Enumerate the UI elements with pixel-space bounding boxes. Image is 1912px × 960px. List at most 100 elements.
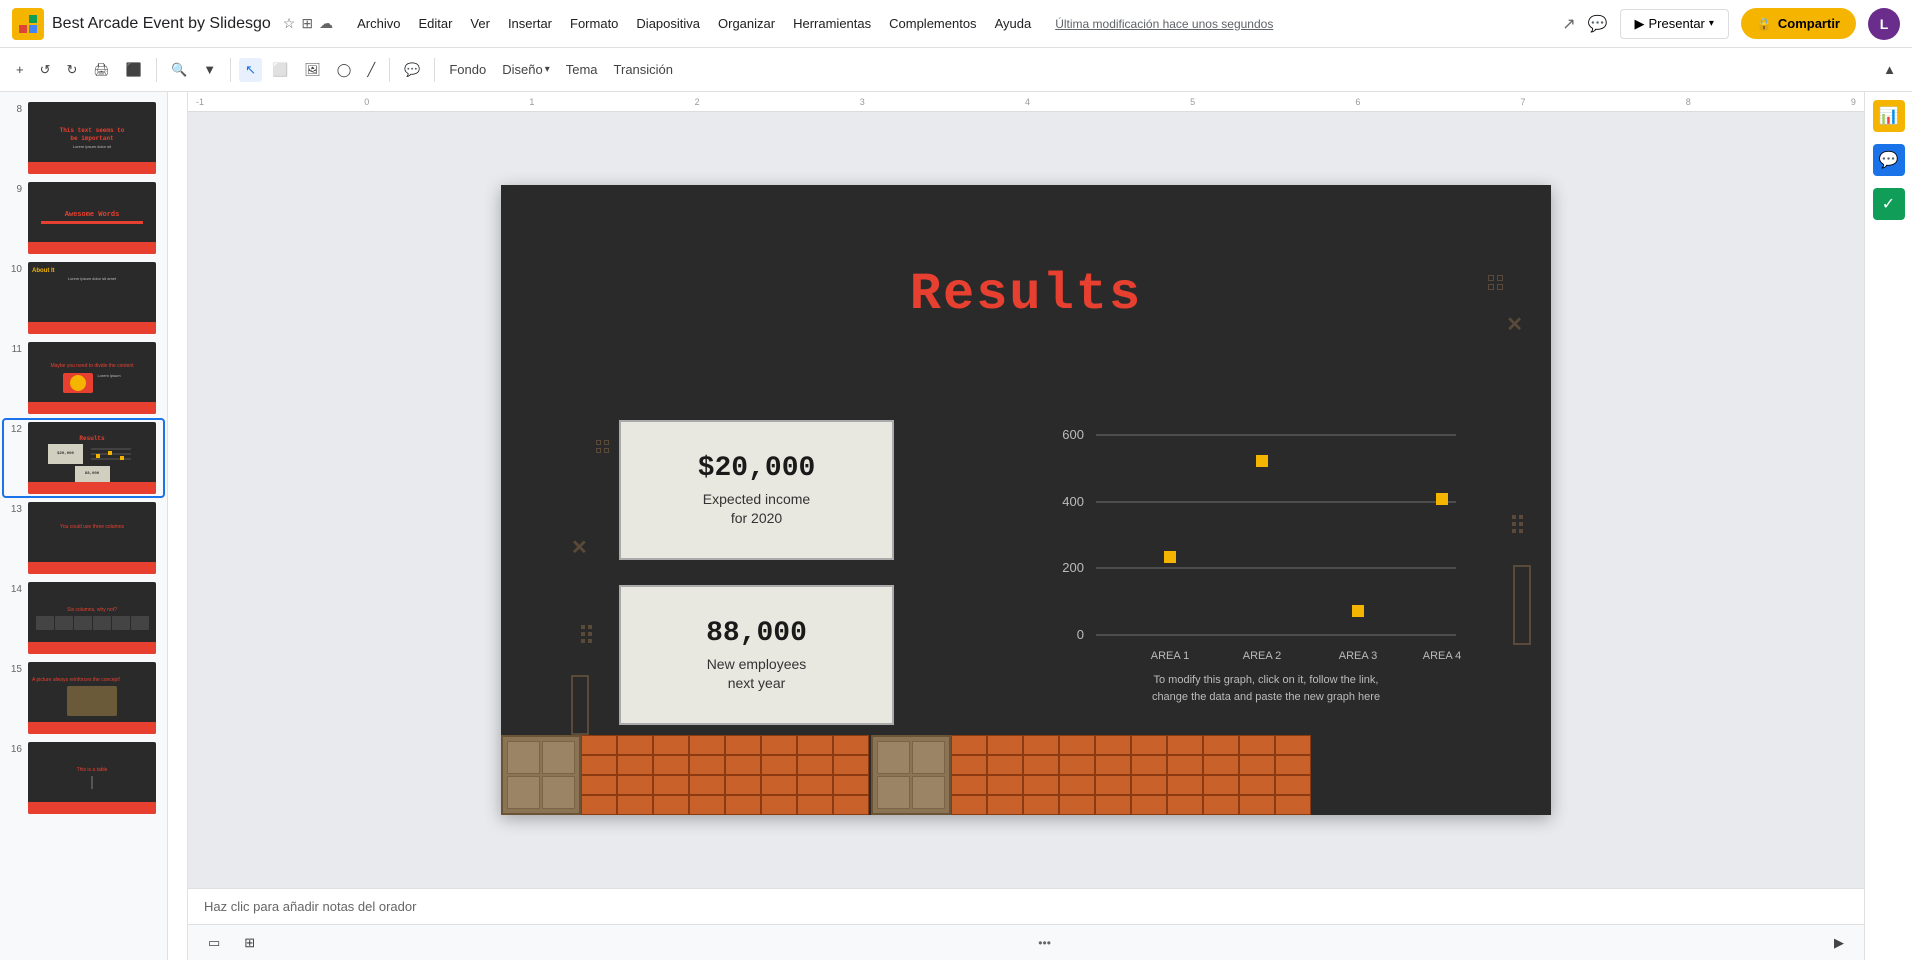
toolbar-right: ▲ xyxy=(1877,58,1902,81)
stat-box-income: $20,000 Expected incomefor 2020 xyxy=(619,420,894,560)
print-btn[interactable]: 🖨 xyxy=(87,58,116,82)
design-btn[interactable]: Diseño▾ xyxy=(496,58,556,81)
slide-img-13: You could use three columns xyxy=(28,502,156,574)
deco-rect-right xyxy=(1513,565,1531,645)
svg-text:600: 600 xyxy=(1062,427,1084,442)
add-slide-btn[interactable]: + xyxy=(10,58,30,81)
slide-view-single[interactable]: ▭ xyxy=(200,932,228,954)
lock-icon: 🔒 xyxy=(1757,17,1772,31)
line-btn[interactable]: ╱ xyxy=(361,58,381,82)
menu-editar[interactable]: Editar xyxy=(410,12,460,35)
stone-block-middle xyxy=(871,735,951,815)
user-avatar[interactable]: L xyxy=(1868,8,1900,40)
menu-insertar[interactable]: Insertar xyxy=(500,12,560,35)
slide-thumb-13[interactable]: 13 You could use three columns xyxy=(4,500,163,576)
undo-btn[interactable]: ↺ xyxy=(34,58,57,82)
svg-text:200: 200 xyxy=(1062,560,1084,575)
slide-img-11: Maybe you need to divide the content Lor… xyxy=(28,342,156,414)
right-panel-chat-btn[interactable]: 💬 xyxy=(1873,144,1905,176)
chart-area: 600 400 200 0 xyxy=(1036,395,1496,725)
background-btn[interactable]: Fondo xyxy=(443,58,492,81)
menu-items: Archivo Editar Ver Insertar Formato Diap… xyxy=(349,12,1039,35)
stone-block-left xyxy=(501,735,581,815)
transition-btn[interactable]: Transición xyxy=(608,58,679,81)
theme-btn[interactable]: Tema xyxy=(560,58,604,81)
slide-view-grid[interactable]: ⊞ xyxy=(236,932,263,954)
menu-herramientas[interactable]: Herramientas xyxy=(785,12,879,35)
svg-text:AREA 4: AREA 4 xyxy=(1423,650,1462,662)
platform: // Generate bricks - will be done via JS… xyxy=(501,735,1551,815)
right-panel-chart-btn[interactable]: 📊 xyxy=(1873,100,1905,132)
bottom-right: ••• xyxy=(1038,936,1051,950)
svg-text:0: 0 xyxy=(1077,627,1084,642)
slide-thumb-14[interactable]: 14 Six columns, why not? xyxy=(4,580,163,656)
menu-ayuda[interactable]: Ayuda xyxy=(987,12,1040,35)
toolbar: + ↺ ↻ 🖨 ⬛ 🔍 ▼ ↖ ⬜ 🖼 ◯ ╱ 💬 Fondo Diseño▾ … xyxy=(0,48,1912,92)
toolbar-sep-4 xyxy=(434,58,435,82)
chat-icon: 💬 xyxy=(1588,14,1608,34)
notes-placeholder: Haz clic para añadir notas del orador xyxy=(204,899,416,914)
slide-thumb-12[interactable]: 12 Results $20,000 xyxy=(4,420,163,496)
bottom-toolbar: ▭ ⊞ ••• ▶ xyxy=(188,924,1864,960)
toolbar-sep-3 xyxy=(389,58,390,82)
redo-btn[interactable]: ↻ xyxy=(61,58,84,82)
top-bar: Best Arcade Event by Slidesgo ☆ ⊞ ☁ Arch… xyxy=(0,0,1912,48)
slide-img-15: A picture always reinforces the concept! xyxy=(28,662,156,734)
stat-employees-value: 88,000 xyxy=(706,618,807,649)
grid-icon[interactable]: ⊞ xyxy=(301,15,313,32)
slide-thumb-15[interactable]: 15 A picture always reinforces the conce… xyxy=(4,660,163,736)
deco-cross-left: ✕ xyxy=(571,535,588,560)
menu-formato[interactable]: Formato xyxy=(562,12,626,35)
star-icon[interactable]: ☆ xyxy=(283,15,296,32)
slide-img-8: This text seems tobe important Lorem ips… xyxy=(28,102,156,174)
shape-btn[interactable]: ◯ xyxy=(331,58,358,82)
toolbar-sep-1 xyxy=(156,58,157,82)
svg-text:change the data and paste the: change the data and paste the new graph … xyxy=(1152,691,1380,703)
svg-text:AREA 1: AREA 1 xyxy=(1151,650,1190,662)
present-button[interactable]: ▶ Presentar ▾ xyxy=(1620,9,1729,39)
slide-thumb-10[interactable]: 10 About It Lorem ipsum dolor sit amet xyxy=(4,260,163,336)
title-icons: ☆ ⊞ ☁ xyxy=(283,15,333,32)
image-btn[interactable]: 🖼 xyxy=(298,58,327,82)
menu-complementos[interactable]: Complementos xyxy=(881,12,984,35)
file-title: Best Arcade Event by Slidesgo xyxy=(52,15,271,33)
slide-thumb-11[interactable]: 11 Maybe you need to divide the content … xyxy=(4,340,163,416)
menu-ver[interactable]: Ver xyxy=(462,12,498,35)
canvas-area: -10123456789 Results ✕ ✕ xyxy=(188,92,1864,960)
share-button[interactable]: 🔒 Compartir xyxy=(1741,8,1856,39)
last-saved: Última modificación hace unos segundos xyxy=(1055,17,1273,31)
notes-bar[interactable]: Haz clic para añadir notas del orador xyxy=(188,888,1864,924)
paint-btn[interactable]: ⬛ xyxy=(120,58,148,82)
slide-img-14: Six columns, why not? xyxy=(28,582,156,654)
top-bar-right: ↗ 💬 ▶ Presentar ▾ 🔒 Compartir L xyxy=(1562,8,1900,40)
slide-canvas[interactable]: Results ✕ ✕ xyxy=(501,185,1551,815)
chart-svg: 600 400 200 0 xyxy=(1036,395,1496,725)
zoom-btn[interactable]: 🔍 xyxy=(165,58,193,82)
slide-img-10: About It Lorem ipsum dolor sit amet xyxy=(28,262,156,334)
slide-thumb-16[interactable]: 16 This is a table xyxy=(4,740,163,816)
cloud-icon[interactable]: ☁ xyxy=(319,15,333,32)
expand-btn[interactable]: ▶ xyxy=(1826,932,1852,954)
slide-thumb-9[interactable]: 9 Awesome Words xyxy=(4,180,163,256)
collapse-btn[interactable]: ▲ xyxy=(1877,58,1902,81)
menu-organizar[interactable]: Organizar xyxy=(710,12,783,35)
comment-btn[interactable]: 💬 xyxy=(398,58,426,82)
app-logo xyxy=(12,8,44,40)
deco-rect-left-bottom xyxy=(571,675,589,735)
main-area: 8 This text seems tobe important Lorem i… xyxy=(0,92,1912,960)
present-icon: ▶ xyxy=(1635,16,1645,32)
menu-diapositiva[interactable]: Diapositiva xyxy=(628,12,708,35)
zoom-level[interactable]: ▼ xyxy=(197,58,222,81)
right-panel-check-btn[interactable]: ✓ xyxy=(1873,188,1905,220)
stat-employees-label: New employeesnext year xyxy=(707,655,807,691)
menu-archivo[interactable]: Archivo xyxy=(349,12,408,35)
present-chevron: ▾ xyxy=(1709,18,1714,29)
slide-thumb-8[interactable]: 8 This text seems tobe important Lorem i… xyxy=(4,100,163,176)
right-panel: 📊 💬 ✓ xyxy=(1864,92,1912,960)
analytics-icon: ↗ xyxy=(1562,14,1575,34)
deco-dots-left-bottom xyxy=(581,625,592,643)
textbox-btn[interactable]: ⬜ xyxy=(266,58,294,82)
slide-title: Results xyxy=(910,265,1142,324)
design-chevron: ▾ xyxy=(545,64,550,75)
cursor-btn[interactable]: ↖ xyxy=(239,58,262,82)
